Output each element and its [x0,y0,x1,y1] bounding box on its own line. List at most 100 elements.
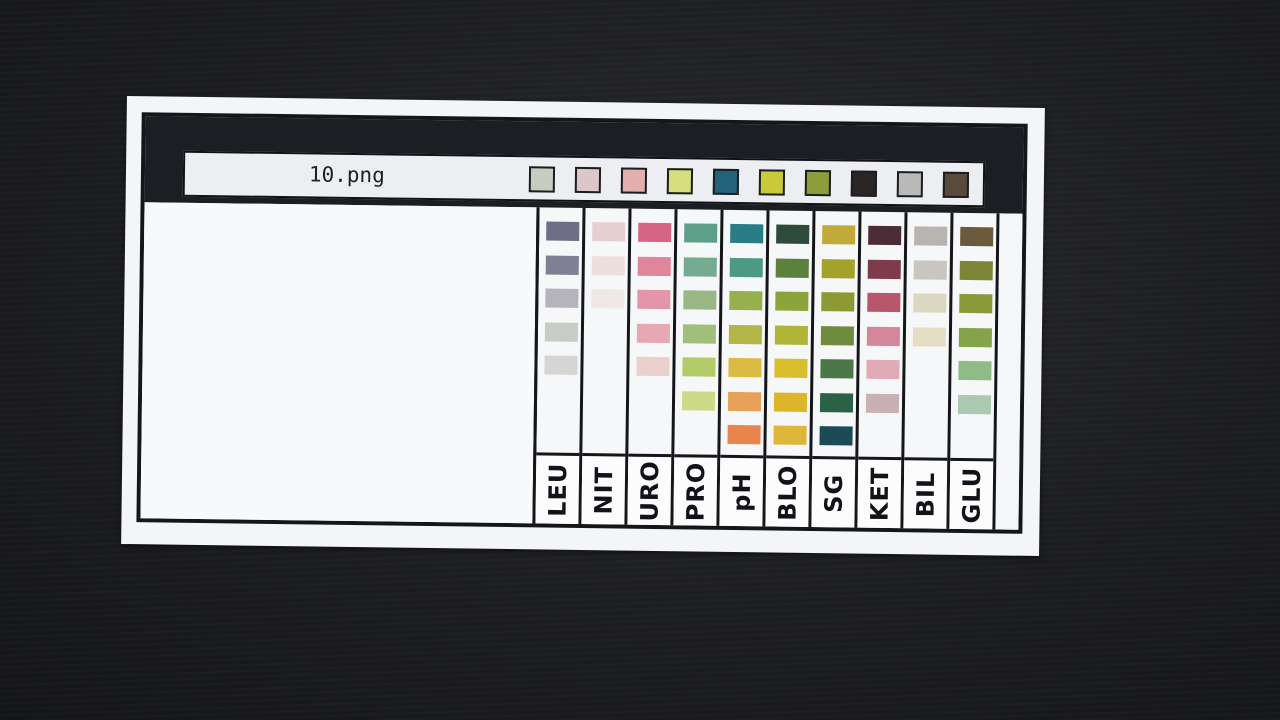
reference-column: KET [854,211,905,529]
color-swatch [912,326,947,347]
color-swatch [544,322,579,342]
color-swatch [727,424,761,445]
sample-color-square [758,169,786,196]
color-swatch [682,323,717,344]
column-label-box: GLU [949,457,994,530]
color-swatch [681,390,716,411]
color-swatch [959,293,993,314]
color-swatch [776,224,810,244]
color-swatch [544,355,578,375]
color-swatch [819,426,853,446]
color-swatch [821,292,855,312]
sample-color-row [185,153,983,199]
color-swatch [820,325,855,346]
color-swatch [728,324,763,344]
color-swatch [591,255,625,276]
color-swatch [682,357,716,377]
color-swatch [866,326,901,346]
sample-color-square [528,166,556,193]
column-label: SG [819,473,848,513]
reference-column: BIL [900,212,951,529]
color-swatch [636,356,670,377]
color-swatch [775,291,809,311]
sample-color-square [574,166,602,194]
column-label: BIL [911,471,940,518]
color-swatch [730,223,764,244]
color-swatch [957,394,992,414]
sample-color-square [850,170,878,197]
color-swatch [773,425,807,445]
color-swatch [960,226,994,247]
color-swatch [820,359,854,379]
color-swatch [913,293,947,313]
blank-panel [140,202,540,524]
color-swatch [545,255,579,275]
urine-test-color-chart-card: 10.png LEU NIT URO PRO pH BLO SG KET BIL GLU [121,96,1045,556]
color-swatch [638,222,672,243]
color-swatch [819,392,854,413]
column-label-box: BLO [765,455,810,527]
color-swatch [866,359,900,380]
reference-column: NIT [578,207,629,525]
sample-color-square [712,168,740,196]
color-swatch [591,289,625,309]
column-label: LEU [543,462,572,517]
chart-frame: 10.png LEU NIT URO PRO pH BLO SG KET BIL GLU [136,112,1028,534]
color-swatch [637,289,671,310]
reference-column: pH [716,209,767,527]
color-swatch [545,288,579,308]
reference-column: LEU [532,207,583,524]
color-swatch [592,222,626,242]
column-label-box: LEU [535,452,580,524]
color-swatch [822,225,856,245]
color-swatch [637,256,671,276]
color-swatch [729,290,763,311]
sample-color-square [620,167,648,194]
color-swatch [774,325,809,345]
color-swatch [546,221,580,241]
column-label: PRO [680,461,710,522]
column-label-box: BIL [903,457,948,529]
color-swatch [683,290,717,310]
column-label-box: PRO [673,454,718,526]
header-band: 10.png [144,116,1024,214]
column-label-box: KET [857,456,902,529]
color-swatch [683,256,717,277]
color-swatch [958,327,993,347]
column-label-box: NIT [581,453,626,525]
color-swatch [821,258,855,279]
color-swatch [868,225,902,246]
color-swatch [684,223,718,243]
color-swatch [729,257,763,277]
color-swatch [865,393,900,413]
color-swatch [867,292,901,313]
column-label: URO [634,460,664,522]
color-swatch [775,258,809,278]
column-label-box: URO [627,453,672,526]
sample-color-square [896,171,924,198]
color-swatch [774,358,808,378]
reference-column: GLU [946,212,997,530]
right-margin-strip [992,213,1023,530]
sample-color-square [666,168,694,195]
reference-column: BLO [762,210,813,527]
column-label-box: pH [719,454,764,527]
color-swatch [636,323,671,343]
sample-header-bar: 10.png [182,150,986,208]
column-label: GLU [956,466,986,524]
color-swatch [958,360,992,381]
column-label: NIT [589,465,618,515]
column-label: KET [864,466,894,522]
column-label: BLO [772,464,802,521]
sample-color-square [942,171,970,199]
color-swatch [728,357,762,378]
color-swatch [867,259,901,279]
filename-label: 10.png [308,162,385,188]
column-label-box: SG [811,456,856,528]
color-swatch [727,391,762,411]
color-swatch [913,259,947,280]
column-label: pH [727,472,756,512]
color-swatch [959,260,993,280]
sample-color-square [804,169,832,197]
reference-column: URO [624,208,675,526]
